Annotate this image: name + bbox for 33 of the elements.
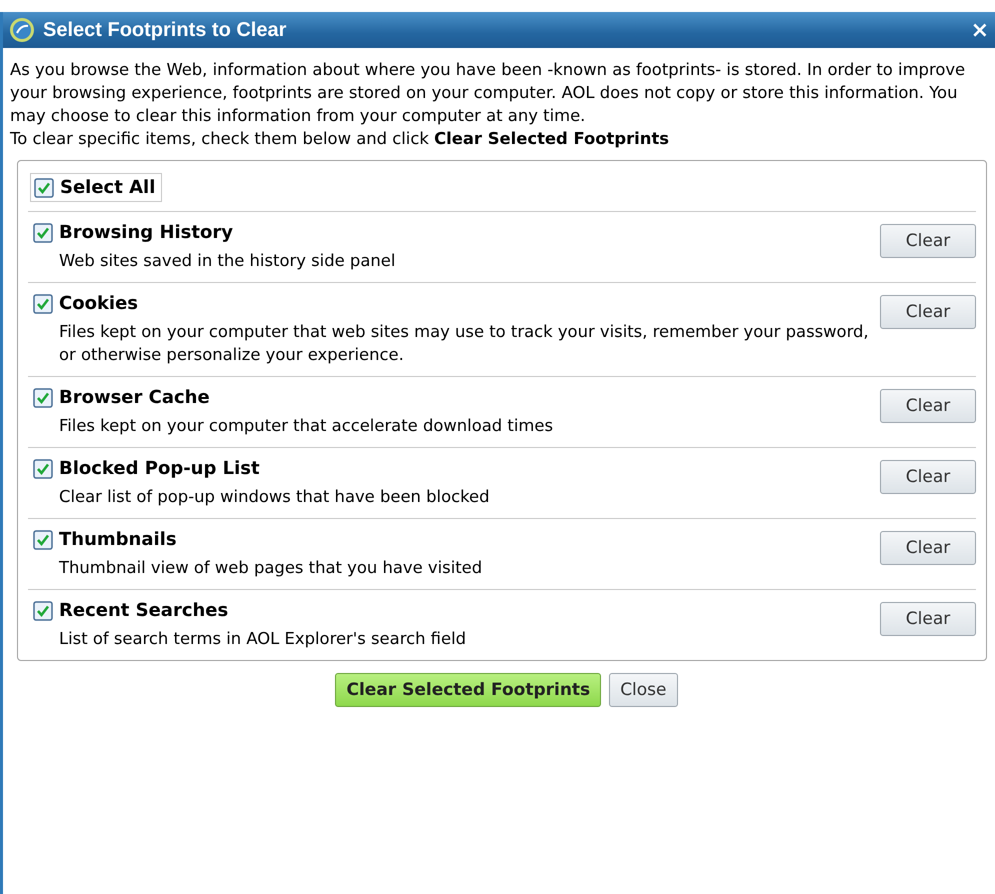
item-description: Web sites saved in the history side panel xyxy=(59,250,396,272)
checkbox[interactable] xyxy=(33,294,53,314)
checkbox[interactable] xyxy=(34,178,54,198)
clear-button[interactable]: Clear xyxy=(880,389,976,423)
item-title: Recent Searches xyxy=(59,600,228,621)
checkbox[interactable] xyxy=(33,222,53,242)
clear-button[interactable]: Clear xyxy=(880,224,976,258)
checkbox[interactable] xyxy=(33,600,53,620)
clear-button[interactable]: Clear xyxy=(880,295,976,329)
intro-text: As you browse the Web, information about where you have been -known as footprints- is stored. In order to improve your browsing experience, footprints are stored on your computer. AOL does not copy or store this information. You may choose to clear this information from your computer at any time. xyxy=(10,59,966,127)
clear-selected-button[interactable]: Clear Selected Footprints xyxy=(335,673,602,707)
item-description: Clear list of pop-up windows that have been blocked xyxy=(59,486,491,508)
window-title: Select Footprints to Clear xyxy=(43,18,288,42)
item-title: Cookies xyxy=(59,293,138,314)
select-all-checkbox[interactable]: Select All xyxy=(30,173,162,202)
checkbox[interactable] xyxy=(33,388,53,408)
item-title: Thumbnails xyxy=(59,529,177,550)
clear-button[interactable]: Clear xyxy=(880,602,976,636)
close-button[interactable]: × xyxy=(970,18,989,42)
globe-icon xyxy=(9,17,35,43)
item-title: Browsing History xyxy=(59,222,233,243)
item-description: Thumbnail view of web pages that you have visited xyxy=(59,557,484,579)
clear-button[interactable]: Clear xyxy=(880,531,976,565)
item-description: Files kept on your computer that accelerate download times xyxy=(59,415,554,437)
clear-button[interactable]: Clear xyxy=(880,460,976,494)
item-title: Blocked Pop-up List xyxy=(59,458,260,479)
instruction-text: To clear specific items, check them below and click Clear Selected Footprints xyxy=(10,128,670,150)
checkbox[interactable] xyxy=(33,458,53,478)
item-description: Files kept on your computer that web sites may use to track your visits, remember your password, or otherwise personalize your experience. xyxy=(59,321,870,366)
checkbox[interactable] xyxy=(33,530,53,550)
close-dialog-button[interactable]: Close xyxy=(609,673,678,707)
item-description: List of search terms in AOL Explorer's search field xyxy=(59,628,468,650)
item-title: Browser Cache xyxy=(59,387,210,408)
